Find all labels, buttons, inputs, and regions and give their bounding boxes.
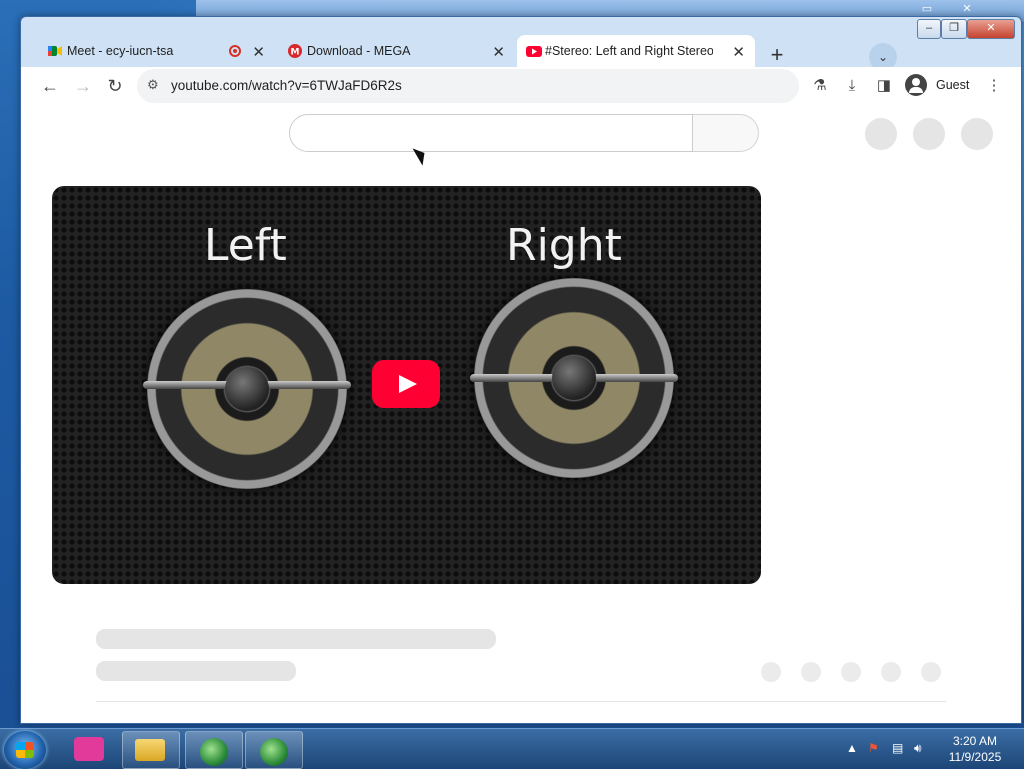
- site-info-icon[interactable]: ⚙: [147, 77, 159, 93]
- profile-button[interactable]: Guest: [901, 70, 979, 100]
- tab-title: Meet - ecy-iucn-tsa: [67, 44, 174, 58]
- left-speaker-image: [143, 289, 351, 489]
- arrow-left-icon: ←: [41, 76, 59, 96]
- start-button[interactable]: [4, 731, 46, 769]
- side-panel-icon[interactable]: ◨: [873, 75, 895, 97]
- video-player[interactable]: Left Right: [52, 186, 761, 584]
- close-icon[interactable]: ✕: [956, 2, 978, 16]
- action-placeholder[interactable]: [841, 662, 861, 682]
- action-center-flag-icon[interactable]: ⚑: [868, 741, 879, 755]
- left-channel-label: Left: [204, 220, 287, 271]
- play-button[interactable]: [372, 360, 440, 408]
- taskbar: ▲ ⚑ ▤ 🔊︎ 3:20 AM 11/9/2025: [0, 728, 1024, 769]
- forward-button[interactable]: →: [70, 73, 96, 99]
- back-button[interactable]: ←: [37, 73, 63, 99]
- google-meet-icon: [48, 44, 62, 58]
- labs-flask-icon[interactable]: ⚗: [809, 75, 831, 97]
- recording-icon: [229, 45, 241, 57]
- tab-title: Download - MEGA: [307, 44, 411, 58]
- network-icon[interactable]: ▤: [892, 741, 903, 755]
- right-channel-label: Right: [506, 220, 622, 271]
- download-icon[interactable]: ⤓: [841, 75, 863, 97]
- chevron-down-icon: ⌄: [877, 50, 889, 64]
- menu-kebab-icon[interactable]: ⋮: [983, 75, 1005, 97]
- app-icon[interactable]: [74, 737, 104, 761]
- explorer-taskbar-button[interactable]: [122, 731, 180, 769]
- browser-toolbar: ← → ↻ ⚙ youtube.com/watch?v=6TWJaFD6R2s …: [21, 67, 1021, 105]
- new-tab-button[interactable]: +: [763, 42, 791, 70]
- page-content: Left Right: [21, 105, 1021, 723]
- url-text: youtube.com/watch?v=6TWJaFD6R2s: [171, 78, 402, 93]
- browser-window: ‒ ❐ ✕ Meet - ecy-iucn-tsa ✕ M Download -…: [20, 16, 1022, 724]
- profile-name: Guest: [936, 78, 970, 92]
- channel-placeholder: [96, 661, 296, 681]
- action-placeholder[interactable]: [921, 662, 941, 682]
- avatar-placeholder[interactable]: [961, 118, 993, 150]
- search-input[interactable]: [289, 114, 693, 152]
- globe-icon: [260, 738, 288, 766]
- arrow-right-icon: →: [74, 76, 92, 96]
- volume-icon[interactable]: 🔊︎: [914, 741, 922, 756]
- action-placeholder[interactable]: [761, 662, 781, 682]
- tab-mega[interactable]: M Download - MEGA ✕: [279, 35, 515, 67]
- avatar-icon: [905, 74, 927, 96]
- tab-youtube[interactable]: #Stereo: Left and Right Stereo S ✕: [517, 35, 755, 67]
- action-placeholder[interactable]: [801, 662, 821, 682]
- close-tab-icon[interactable]: ✕: [732, 43, 745, 61]
- close-tab-icon[interactable]: ✕: [252, 43, 265, 61]
- right-speaker-image: [470, 278, 678, 478]
- browser-taskbar-button[interactable]: [245, 731, 303, 769]
- header-placeholder-button[interactable]: [913, 118, 945, 150]
- clock[interactable]: 3:20 AM 11/9/2025: [940, 733, 1010, 765]
- mega-icon: M: [288, 44, 302, 58]
- browser-taskbar-button[interactable]: [185, 731, 243, 769]
- address-bar[interactable]: ⚙ youtube.com/watch?v=6TWJaFD6R2s: [137, 69, 799, 103]
- folder-icon: [135, 739, 165, 761]
- action-placeholder[interactable]: [881, 662, 901, 682]
- title-placeholder: [96, 629, 496, 649]
- tab-strip: Meet - ecy-iucn-tsa ✕ M Download - MEGA …: [21, 27, 1021, 71]
- minimize-icon[interactable]: ▭: [916, 2, 938, 16]
- youtube-icon: [526, 44, 542, 58]
- show-hidden-icons-icon[interactable]: ▲: [846, 741, 858, 755]
- search-button[interactable]: [693, 114, 759, 152]
- reload-icon: ↻: [107, 76, 123, 96]
- divider: [96, 701, 946, 702]
- clock-time: 3:20 AM: [952, 734, 998, 748]
- globe-icon: [200, 738, 228, 766]
- tab-title: #Stereo: Left and Right Stereo S: [545, 44, 713, 58]
- close-tab-icon[interactable]: ✕: [492, 43, 505, 61]
- reload-button[interactable]: ↻: [102, 73, 128, 99]
- tab-meet[interactable]: Meet - ecy-iucn-tsa ✕: [39, 35, 275, 67]
- header-placeholder-button[interactable]: [865, 118, 897, 150]
- clock-date: 11/9/2025: [948, 750, 1002, 764]
- svg-text:M: M: [291, 48, 300, 58]
